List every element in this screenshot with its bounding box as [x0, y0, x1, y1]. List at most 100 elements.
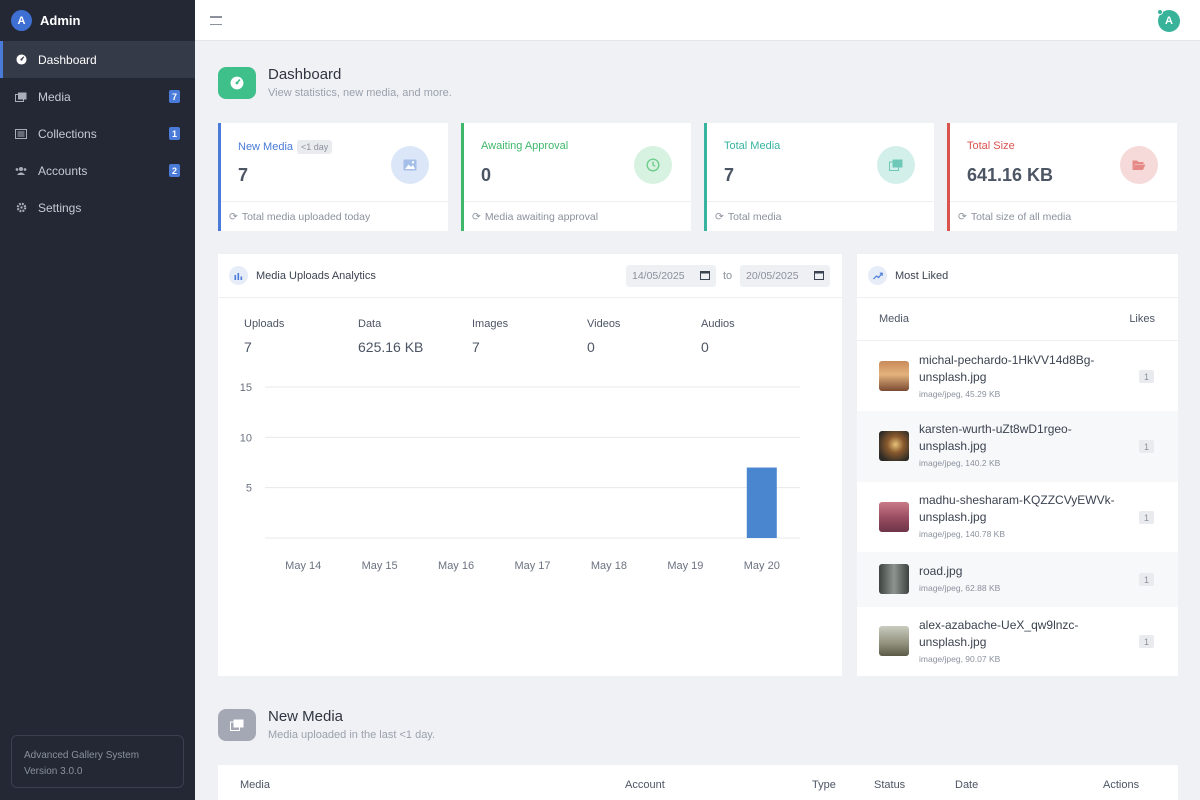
- analytics-panel: Media Uploads Analytics 14/05/2025 to 20…: [218, 254, 842, 676]
- media-name: michal-pechardo-1HkVV14d8Bg-unsplash.jpg…: [919, 352, 1119, 400]
- stat-footer-text: Total media: [727, 210, 782, 223]
- refresh-icon: ⟳: [958, 210, 967, 223]
- x-tick-label: May 19: [667, 560, 703, 572]
- sidebar-item-label: Settings: [38, 200, 82, 215]
- images-icon: [877, 146, 915, 184]
- sidebar-item-accounts[interactable]: Accounts 2: [0, 152, 195, 189]
- image-icon: [391, 146, 429, 184]
- section-title: New Media: [268, 708, 344, 725]
- refresh-icon: ⟳: [229, 210, 238, 223]
- list-item[interactable]: madhu-shesharam-KQZZCVyEWVk-unsplash.jpg…: [857, 482, 1178, 552]
- list-item[interactable]: karsten-wurth-uZt8wD1rgeo-unsplash.jpg i…: [857, 411, 1178, 482]
- new-media-table: Media Account Type Status Date Actions: [218, 765, 1178, 800]
- brand-avatar: A: [11, 10, 32, 31]
- dashboard-header: Dashboard View statistics, new media, an…: [218, 66, 452, 99]
- refresh-icon: ⟳: [715, 210, 724, 223]
- column-header-status: Status: [874, 779, 906, 791]
- most-liked-panel: Most Liked Media Likes michal-pechardo-1…: [857, 254, 1178, 676]
- metric-data: Data 625.16 KB: [358, 318, 423, 355]
- stat-label: Total Media: [724, 140, 781, 152]
- nav-badge: 1: [169, 127, 180, 140]
- app-version: Version 3.0.0: [24, 766, 83, 777]
- brand[interactable]: A Admin: [0, 0, 195, 41]
- metric-value: 7: [472, 339, 480, 355]
- images-icon: [218, 708, 256, 741]
- panel-title: Media Uploads Analytics: [256, 269, 376, 282]
- x-tick-label: May 15: [362, 560, 398, 572]
- metric-label: Videos: [587, 318, 621, 330]
- sidebar-item-label: Media: [38, 89, 71, 104]
- y-tick-label: 15: [240, 382, 252, 394]
- user-avatar[interactable]: A: [1157, 9, 1180, 32]
- likes-count: 1: [1139, 511, 1154, 524]
- x-tick-label: May 14: [285, 560, 321, 572]
- sidebar-item-dashboard[interactable]: Dashboard: [0, 41, 195, 78]
- media-thumbnail: [879, 626, 909, 656]
- metric-label: Data: [358, 318, 382, 330]
- menu-toggle-icon[interactable]: [210, 16, 222, 25]
- sidebar: A Admin Dashboard Media 7 Collections 1 …: [0, 0, 195, 800]
- media-meta: image/jpeg, 90.07 KB: [919, 654, 1001, 664]
- nav-badge: 2: [169, 164, 180, 177]
- media-meta: image/jpeg, 140.78 KB: [919, 529, 1006, 539]
- calendar-icon: [700, 270, 710, 283]
- nav-badge: 7: [169, 90, 180, 103]
- stat-footer: ⟳ Total size of all media: [950, 201, 1177, 231]
- sidebar-item-label: Collections: [38, 126, 97, 141]
- sidebar-item-media[interactable]: Media 7: [0, 78, 195, 115]
- sidebar-item-settings[interactable]: Settings: [0, 189, 195, 226]
- stat-footer-text: Media awaiting approval: [484, 210, 599, 223]
- gear-icon: [15, 202, 27, 214]
- media-thumbnail: [879, 502, 909, 532]
- calendar-icon: [814, 270, 824, 283]
- list-item[interactable]: michal-pechardo-1HkVV14d8Bg-unsplash.jpg…: [857, 342, 1178, 411]
- stat-footer: ⟳ Total media uploaded today: [221, 201, 448, 231]
- refresh-icon: ⟳: [472, 210, 481, 223]
- media-filename: road.jpg: [919, 564, 963, 578]
- table-divider: [857, 340, 1178, 341]
- folder-open-icon: [1120, 146, 1158, 184]
- column-header-type: Type: [812, 779, 836, 791]
- column-header-actions: Actions: [1103, 779, 1140, 791]
- stat-footer: ⟳ Total media: [707, 201, 934, 231]
- metric-value: 0: [587, 339, 595, 355]
- media-name: alex-azabache-UeX_qw9lnzc-unsplash.jpg i…: [919, 617, 1119, 665]
- stat-value: 0: [481, 165, 492, 185]
- page-title: Dashboard: [268, 66, 342, 83]
- media-meta: image/jpeg, 45.29 KB: [919, 389, 1001, 399]
- brand-name: Admin: [40, 13, 81, 28]
- date-to-input[interactable]: 20/05/2025: [740, 265, 830, 287]
- column-header-media: Media: [240, 779, 270, 791]
- metric-images: Images 7: [472, 318, 508, 355]
- clock-icon: [634, 146, 672, 184]
- stat-footer-text: Total media uploaded today: [241, 210, 371, 223]
- media-filename: karsten-wurth-uZt8wD1rgeo-unsplash.jpg: [919, 422, 1072, 453]
- stat-card-awaiting-approval: Awaiting Approval 0 ⟳ Media awaiting app…: [461, 123, 691, 231]
- sidebar-item-collections[interactable]: Collections 1: [0, 115, 195, 152]
- x-tick-label: May 17: [514, 560, 550, 572]
- column-header-media: Media: [879, 313, 909, 325]
- version-box: Advanced Gallery System Version 3.0.0: [11, 735, 184, 788]
- metric-value: 7: [244, 339, 252, 355]
- sidebar-item-label: Dashboard: [38, 52, 97, 67]
- stat-label: New Media <1 day: [238, 140, 333, 154]
- metric-audios: Audios 0: [701, 318, 735, 355]
- metric-label: Images: [472, 318, 509, 330]
- stat-card-new-media: New Media <1 day 7 ⟳ Total media uploaded…: [218, 123, 448, 231]
- stat-card-total-size: Total Size 641.16 KB ⟳ Total size of all…: [947, 123, 1177, 231]
- list-item[interactable]: alex-azabache-UeX_qw9lnzc-unsplash.jpg i…: [857, 607, 1178, 676]
- time-badge: <1 day: [297, 140, 333, 154]
- date-from-input[interactable]: 14/05/2025: [626, 265, 716, 287]
- column-header-date: Date: [955, 779, 979, 791]
- media-name: karsten-wurth-uZt8wD1rgeo-unsplash.jpg i…: [919, 421, 1119, 469]
- metric-videos: Videos 0: [587, 318, 620, 355]
- app-name: Advanced Gallery System: [24, 750, 140, 761]
- metric-value: 625.16 KB: [358, 339, 424, 355]
- likes-count: 1: [1139, 573, 1154, 586]
- list-item[interactable]: road.jpg image/jpeg, 62.88 KB 1: [857, 552, 1178, 607]
- date-from-value: 14/05/2025: [632, 270, 685, 282]
- x-tick-label: May 20: [744, 560, 780, 572]
- y-tick-label: 10: [240, 432, 252, 444]
- metric-label: Uploads: [244, 318, 285, 330]
- bar: [746, 467, 777, 538]
